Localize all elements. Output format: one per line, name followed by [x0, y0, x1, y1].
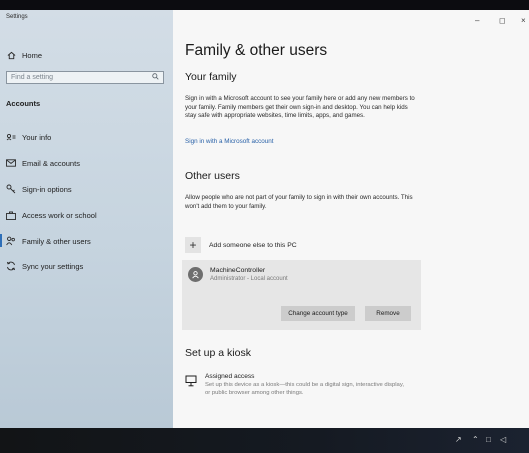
key-icon: [6, 184, 16, 194]
home-icon: [6, 50, 16, 60]
close-button[interactable]: ×: [521, 16, 526, 25]
page-title: Family & other users: [185, 42, 328, 59]
avatar: [188, 267, 203, 282]
briefcase-icon: [6, 210, 16, 220]
sidebar-item-label: Sync your settings: [22, 261, 84, 271]
kiosk-heading: Set up a kiosk: [185, 347, 251, 359]
sidebar-item-sign-in-options[interactable]: Sign-in options: [6, 184, 72, 194]
sign-in-microsoft-link[interactable]: Sign in with a Microsoft account: [185, 138, 274, 145]
sidebar: Settings Home Find a setting Accounts Yo…: [0, 10, 173, 428]
settings-window: Settings Home Find a setting Accounts Yo…: [0, 10, 529, 428]
user-meta: Administrator - Local account: [210, 276, 288, 282]
sync-icon: [6, 261, 16, 271]
sidebar-section-title: Accounts: [6, 99, 41, 108]
assigned-access-description: Set up this device as a kiosk—this could…: [205, 382, 404, 396]
sidebar-item-sync-settings[interactable]: Sync your settings: [6, 261, 83, 271]
maximize-button[interactable]: ◻: [499, 16, 506, 25]
assigned-access-row[interactable]: Assigned access Set up this device as a …: [185, 373, 405, 397]
sidebar-home[interactable]: Home: [6, 50, 42, 60]
network-icon[interactable]: □: [486, 435, 491, 444]
remove-button[interactable]: Remove: [365, 306, 411, 321]
sidebar-item-label: Family & other users: [22, 236, 91, 246]
sidebar-item-label: Your info: [22, 132, 52, 142]
person-card-icon: [6, 132, 16, 142]
sidebar-item-label: Access work or school: [22, 210, 97, 220]
taskbar: ↗ ⌃ □ ◁: [0, 428, 529, 453]
sidebar-item-your-info[interactable]: Your info: [6, 132, 51, 142]
add-someone-row[interactable]: + Add someone else to this PC: [185, 237, 297, 253]
minimize-button[interactable]: –: [475, 16, 479, 25]
user-account-card[interactable]: MachineController Administrator - Local …: [182, 260, 421, 330]
kiosk-display-icon: [185, 374, 197, 387]
add-someone-label: Add someone else to this PC: [209, 241, 297, 249]
sidebar-item-email-accounts[interactable]: Email & accounts: [6, 158, 80, 168]
search-input[interactable]: Find a setting: [6, 71, 164, 84]
window-title: Settings: [6, 14, 28, 20]
volume-icon[interactable]: ◁: [500, 435, 506, 444]
email-icon: [6, 158, 16, 168]
other-users-heading: Other users: [185, 170, 240, 182]
chevron-up-icon[interactable]: ⌃: [472, 435, 479, 444]
sidebar-item-label: Sign-in options: [22, 184, 72, 194]
sidebar-home-label: Home: [22, 50, 43, 60]
search-placeholder: Find a setting: [11, 74, 54, 81]
other-users-description: Allow people who are not part of your fa…: [185, 194, 413, 210]
change-account-type-button[interactable]: Change account type: [281, 306, 355, 321]
top-edge-bar: [0, 0, 529, 10]
user-name: MachineController: [210, 267, 266, 274]
sidebar-item-access-work-school[interactable]: Access work or school: [6, 210, 97, 220]
people-icon: [6, 236, 16, 246]
people-tray-icon[interactable]: ↗: [455, 435, 462, 444]
sidebar-item-label: Email & accounts: [22, 158, 80, 168]
your-family-description: Sign in with a Microsoft account to see …: [185, 95, 415, 120]
main-content: – ◻ × Family & other users Your family S…: [173, 10, 529, 428]
search-icon: [152, 73, 159, 82]
assigned-access-title: Assigned access: [205, 373, 255, 380]
sidebar-item-family-other-users[interactable]: Family & other users: [0, 234, 91, 247]
your-family-heading: Your family: [185, 71, 237, 83]
plus-icon: +: [185, 237, 201, 253]
